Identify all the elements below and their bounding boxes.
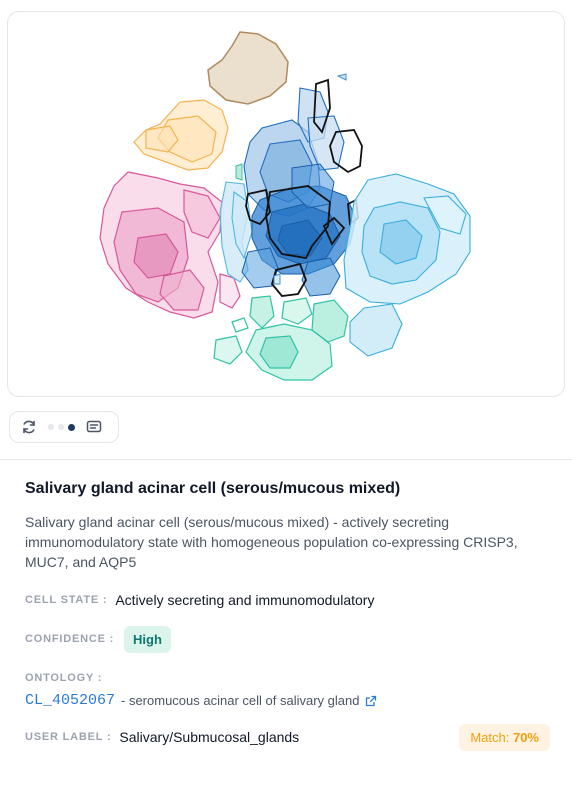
carousel-dot[interactable] — [58, 424, 64, 430]
cell-state-row: CELL STATE : Actively secreting and immu… — [25, 586, 550, 614]
refresh-icon[interactable] — [20, 418, 38, 436]
user-label-row: USER LABEL : Salivary/Submucosal_glands … — [25, 723, 550, 751]
cell-state-value: Actively secreting and immunomodulatory — [115, 592, 375, 608]
match-badge: Match: 70% — [459, 723, 550, 751]
cell-type-title: Salivary gland acinar cell (serous/mucou… — [25, 480, 401, 497]
ontology-label: ONTOLOGY : — [25, 672, 103, 684]
confidence-badge: High — [124, 625, 171, 653]
match-value: 70% — [512, 729, 539, 745]
confidence-row: CONFIDENCE : High — [25, 625, 550, 653]
confidence-label: CONFIDENCE : — [25, 633, 115, 645]
external-link-icon[interactable] — [365, 695, 377, 707]
cell-state-label: CELL STATE : — [25, 594, 108, 606]
comment-icon[interactable] — [85, 418, 103, 436]
umap-plot-card — [7, 11, 565, 397]
section-divider — [0, 459, 572, 460]
cluster-pink — [99, 171, 241, 319]
cell-type-details: Salivary gland acinar cell (serous/mucou… — [25, 478, 550, 762]
match-prefix: Match: — [470, 729, 510, 745]
cluster-tan — [207, 31, 289, 105]
cluster-light-blue-right — [343, 173, 471, 357]
ontology-id-link[interactable]: CL_4052067 — [25, 692, 115, 709]
user-label-value: Salivary/Submucosal_glands — [119, 729, 300, 745]
carousel-dot[interactable] — [48, 424, 54, 430]
carousel-dot-active[interactable] — [68, 423, 75, 431]
ontology-row: ONTOLOGY : — [25, 664, 550, 692]
cluster-orange — [133, 99, 229, 171]
ontology-description: - seromucous acinar cell of salivary gla… — [121, 693, 360, 708]
cell-type-description: Salivary gland acinar cell (serous/mucou… — [25, 514, 518, 570]
carousel-dots — [48, 423, 75, 431]
user-label-label: USER LABEL : — [25, 731, 112, 743]
umap-plot[interactable] — [8, 12, 565, 397]
ontology-line: CL_4052067 - seromucous acinar cell of s… — [25, 692, 550, 709]
cluster-teal — [213, 295, 349, 381]
plot-controls — [9, 411, 119, 443]
